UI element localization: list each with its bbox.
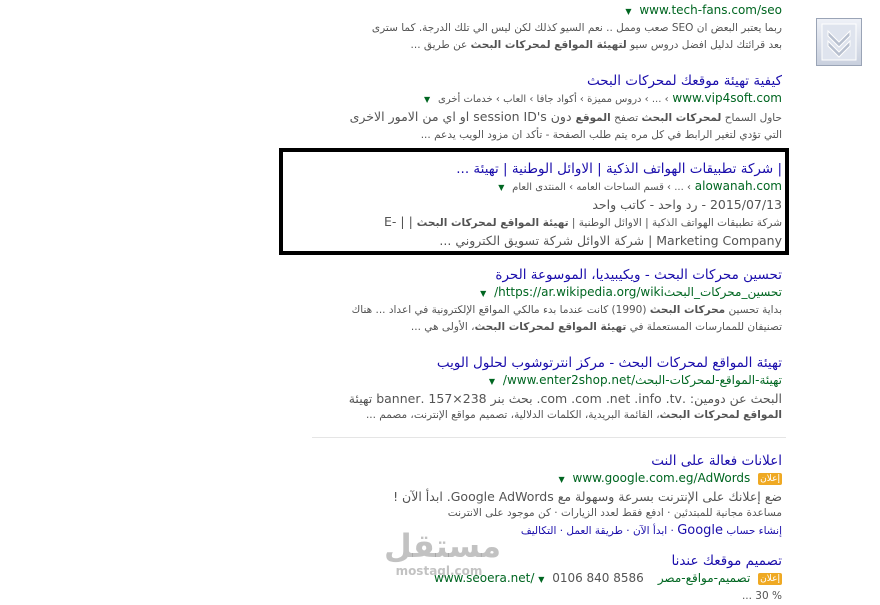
caret-down-icon[interactable]: ▼ — [480, 286, 486, 302]
ad-result: تصميم موقعك عندنا إعلان تصميم-مواقع-مصرw… — [300, 552, 782, 605]
ad-result: اعلانات فعالة على النت إعلان www.google.… — [300, 452, 782, 540]
search-result: تهيئة المواقع لمحركات البحث - مركز انترت… — [300, 354, 782, 424]
snippet-line: حاول السماح لمحركات البحث تصفح الموقع دو… — [349, 109, 782, 124]
caret-down-icon[interactable]: ▼ — [559, 472, 565, 488]
search-result: www.tech-fans.com/seo ▼ ربما يعتبر البعض… — [300, 2, 782, 54]
result-title-link[interactable]: كيفية تهيئة موقعك لمحركات البحث — [300, 72, 782, 90]
ad-title-link[interactable]: تصميم موقعك عندنا — [300, 552, 782, 570]
result-snippet: حاول السماح لمحركات البحث تصفح الموقع دو… — [300, 108, 782, 144]
ad-line: مساعدة مجانية للمبتدئين · ادفع فقط لعدد … — [447, 507, 782, 519]
ad-url-suffix[interactable]: تصميم-مواقع-مصر — [658, 571, 751, 585]
result-url-suffix[interactable]: تحسين_محركات_البحث — [664, 285, 782, 299]
result-title-link[interactable]: تهيئة المواقع لمحركات البحث - مركز انترت… — [300, 354, 782, 372]
snippet-line: البحث عن دومين: .com .com .net .info .tv… — [348, 391, 782, 406]
ad-description: ضع إعلانك على الإنترنت بسرعة وسهولة مع G… — [300, 488, 782, 522]
ad-url[interactable]: إعلان www.google.com.eg/AdWords ▼ — [300, 470, 782, 488]
snippet-line: تصنيفان للممارسات المستعملة في تهيئة الم… — [410, 321, 782, 333]
search-result: تحسين محركات البحث - ويكيبيديا، الموسوعة… — [300, 266, 782, 336]
snippet-line: المواقع لمحركات البحث، القائمة البريدية،… — [365, 409, 782, 421]
result-url[interactable]: تهيئة-المواقع-لمحركات-البحث/www.enter2sh… — [300, 372, 782, 390]
double-chevron-down-icon[interactable] — [816, 18, 862, 66]
ad-url[interactable]: إعلان تصميم-مواقع-مصرwww.seoera.net/ ▼ 0… — [300, 570, 782, 588]
watermark: مستقل mostaql.com — [384, 527, 502, 578]
result-url-text[interactable]: https://ar.wikipedia.org/wiki/ — [494, 285, 664, 299]
caret-down-icon[interactable]: ▼ — [538, 572, 544, 588]
highlight-frame — [279, 148, 789, 255]
result-url-text[interactable]: www.tech-fans.com/seo — [639, 3, 782, 17]
search-result: كيفية تهيئة موقعك لمحركات البحث www.vip4… — [300, 72, 782, 144]
result-url[interactable]: www.vip4soft.com › ... › دروس مميزة › أك… — [300, 90, 782, 108]
ad-badge: إعلان — [758, 472, 782, 485]
result-breadcrumb: › ... › دروس مميزة › أكواد جافا › العاب … — [438, 94, 669, 105]
watermark-latin: mostaql.com — [395, 564, 483, 578]
result-url[interactable]: www.tech-fans.com/seo ▼ — [300, 2, 782, 20]
watermark-arabic: مستقل — [384, 527, 502, 565]
snippet-line: بعد قرائتك لدليل افضل دروس سيو لتهيئة ال… — [410, 39, 782, 51]
result-snippet: بداية تحسين محركات البحث (1990) كانت عند… — [300, 302, 782, 336]
ad-url-text[interactable]: www.google.com.eg/AdWords — [573, 471, 751, 485]
ad-title-link[interactable]: اعلانات فعالة على النت — [300, 452, 782, 470]
result-url-text[interactable]: www.vip4soft.com — [672, 91, 782, 105]
result-url-text[interactable]: www.enter2shop.net/ — [503, 373, 631, 387]
caret-down-icon[interactable]: ▼ — [489, 374, 495, 390]
ad-line: ضع إعلانك على الإنترنت بسرعة وسهولة مع G… — [393, 489, 782, 504]
result-snippet: ربما يعتبر البعض ان SEO صعب وممل .. نعم … — [300, 20, 782, 54]
result-snippet: البحث عن دومين: .com .com .net .info .tv… — [300, 390, 782, 424]
ads-divider — [312, 437, 786, 438]
result-url-suffix[interactable]: تهيئة-المواقع-لمحركات-البحث/ — [631, 373, 782, 387]
ad-phone[interactable]: 0106 840 8586 — [552, 571, 644, 585]
snippet-line: بداية تحسين محركات البحث (1990) كانت عند… — [351, 304, 782, 316]
ad-sitelinks[interactable]: إنشاء حساب Google · ابدأ الآن · طريقة ال… — [300, 522, 782, 540]
snippet-line: التي تؤدي لتغير الرابط في كل مره يتم طلب… — [420, 129, 782, 141]
caret-down-icon[interactable]: ▼ — [625, 4, 631, 20]
caret-down-icon[interactable]: ▼ — [424, 92, 430, 108]
snippet-line: ربما يعتبر البعض ان SEO صعب وممل .. نعم … — [371, 22, 782, 34]
ad-badge: إعلان — [758, 572, 782, 585]
ad-line: % 30 ... — [741, 590, 782, 602]
result-title-link[interactable]: تحسين محركات البحث - ويكيبيديا، الموسوعة… — [300, 266, 782, 284]
result-url[interactable]: تحسين_محركات_البحثhttps://ar.wikipedia.o… — [300, 284, 782, 302]
